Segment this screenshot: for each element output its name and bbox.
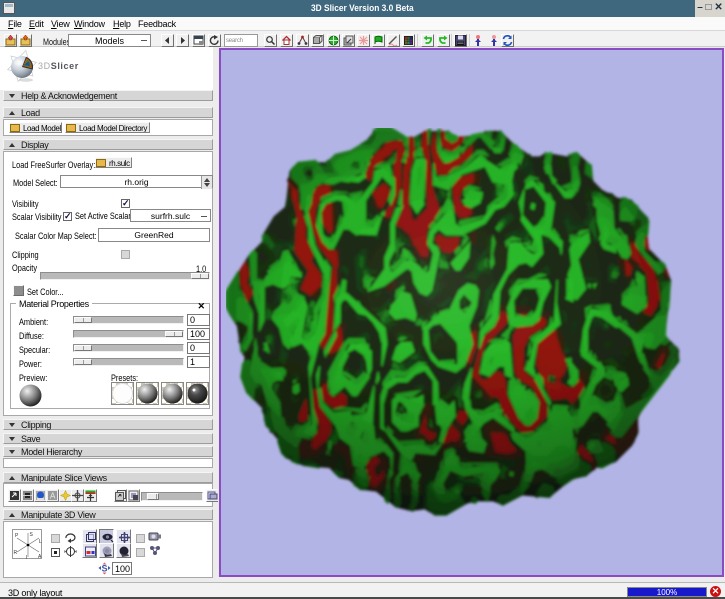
svg-text:L: L: [39, 539, 42, 545]
svg-text:P: P: [15, 533, 19, 539]
svg-text:A: A: [38, 554, 42, 560]
svg-text:A: A: [50, 492, 56, 501]
svg-text:S: S: [102, 564, 108, 574]
svg-text:R: R: [14, 550, 18, 556]
svg-text:I: I: [26, 555, 27, 560]
svg-text:S: S: [30, 532, 34, 538]
